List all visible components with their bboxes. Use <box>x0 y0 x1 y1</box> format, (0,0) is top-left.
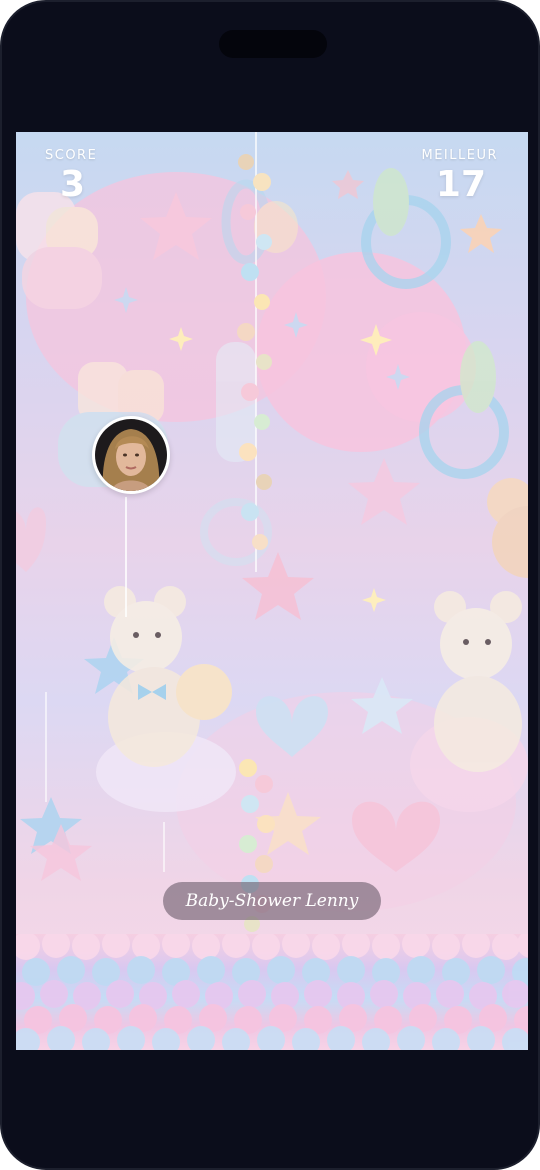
game-screen[interactable]: SCORE 3 MEILLEUR 17 Baby-Shower Lenny <box>16 132 528 1050</box>
best-score-value: 17 <box>435 164 486 205</box>
star-icon <box>332 170 364 199</box>
heart-icon <box>256 696 328 757</box>
teddy-bear-icon <box>434 591 522 772</box>
cloud-ground-pattern <box>16 934 528 1050</box>
score-label: SCORE <box>45 148 98 163</box>
star-icon <box>348 458 420 525</box>
obstacle-pillar-top <box>237 132 272 572</box>
best-score-label: MEILLEUR <box>421 148 498 163</box>
teddy-bear-icon <box>487 478 528 578</box>
player-avatar[interactable] <box>92 416 170 494</box>
star-icon <box>351 677 413 734</box>
pacifier-icon <box>361 168 451 289</box>
star-icon <box>460 214 502 253</box>
star-icon <box>140 192 212 260</box>
camera-notch <box>219 30 327 58</box>
score-value: 3 <box>60 164 86 205</box>
cloud-ground <box>16 934 528 1050</box>
phone-frame: SCORE 3 MEILLEUR 17 Baby-Shower Lenny <box>0 0 540 1170</box>
heart-icon <box>16 507 46 572</box>
player-name-label: Baby-Shower Lenny <box>163 882 381 920</box>
player-portrait <box>95 419 167 491</box>
pacifier-icon <box>419 341 509 479</box>
heart-icon <box>352 801 440 872</box>
baby-bootie-icon <box>16 192 102 309</box>
